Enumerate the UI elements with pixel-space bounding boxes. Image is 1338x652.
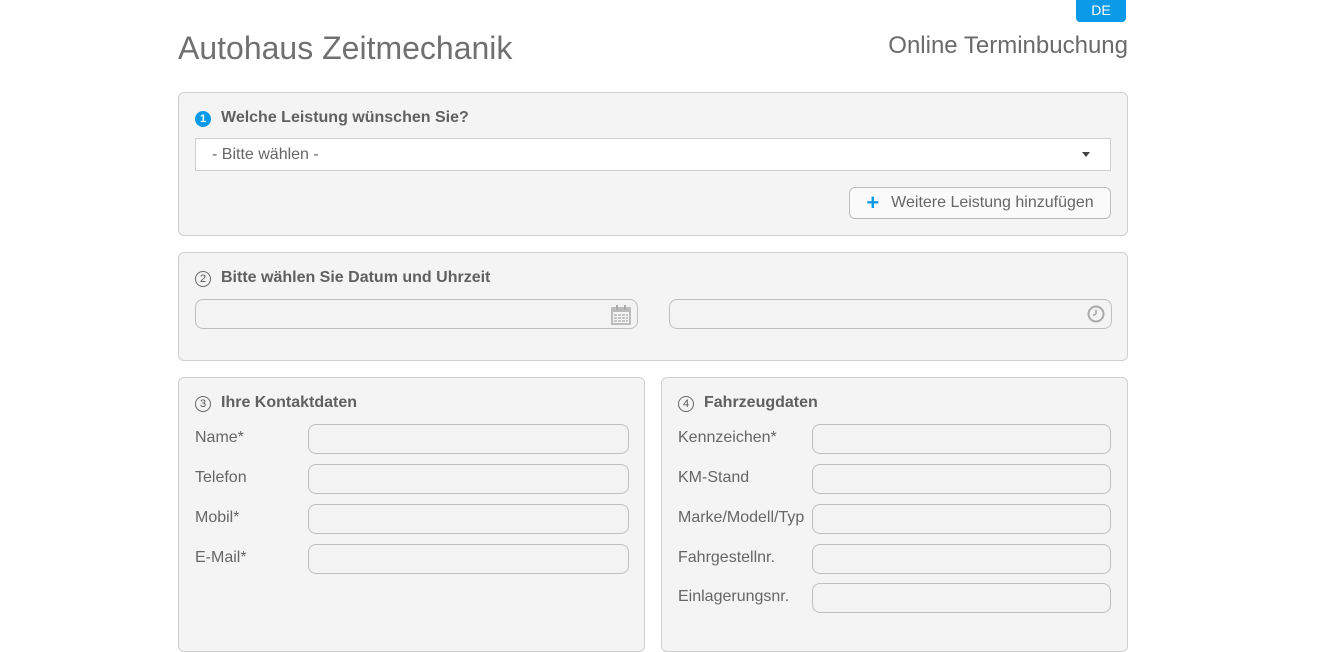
model-field[interactable] — [812, 504, 1111, 534]
plus-icon: + — [866, 190, 880, 215]
calendar-icon[interactable] — [611, 305, 631, 325]
phone-label: Telefon — [195, 469, 247, 486]
plate-label: Kennzeichen* — [678, 429, 777, 446]
language-button[interactable]: DE — [1076, 0, 1126, 22]
contact-panel-title: 3 Ihre Kontaktdaten — [195, 394, 357, 412]
model-label: Marke/Modell/Typ — [678, 509, 805, 526]
contact-panel: 3 Ihre Kontaktdaten Name* Telefon Mobil*… — [178, 377, 645, 652]
step-2-badge: 2 — [195, 271, 211, 287]
mobile-field[interactable] — [308, 504, 629, 534]
plate-field[interactable] — [812, 424, 1111, 454]
service-panel-title: 1 Welche Leistung wünschen Sie? — [195, 109, 469, 127]
clock-icon[interactable] — [1086, 304, 1106, 324]
email-label: E-Mail* — [195, 549, 247, 566]
vehicle-title-text: Fahrzeugdaten — [704, 394, 818, 411]
brand-title: Autohaus Zeitmechanik — [178, 30, 513, 66]
add-service-label: Weitere Leistung hinzufügen — [891, 194, 1094, 211]
name-label: Name* — [195, 429, 244, 446]
datetime-panel-title: 2 Bitte wählen Sie Datum und Uhrzeit — [195, 269, 490, 287]
mileage-field[interactable] — [812, 464, 1111, 494]
name-field[interactable] — [308, 424, 629, 454]
storage-label: Einlagerungsnr. — [678, 588, 790, 605]
vehicle-panel: 4 Fahrzeugdaten Kennzeichen* KM-Stand Ma… — [661, 377, 1128, 652]
time-input[interactable] — [669, 299, 1112, 329]
page-subtitle: Online Terminbuchung — [888, 32, 1128, 59]
service-select[interactable]: - Bitte wählen - — [195, 138, 1111, 171]
step-3-badge: 3 — [195, 396, 211, 412]
service-title-text: Welche Leistung wünschen Sie? — [221, 109, 469, 126]
service-select-value: - Bitte wählen - — [212, 146, 319, 163]
storage-field[interactable] — [812, 583, 1111, 613]
date-input[interactable] — [195, 299, 638, 329]
vin-label: Fahrgestellnr. — [678, 549, 775, 566]
datetime-panel: 2 Bitte wählen Sie Datum und Uhrzeit — [178, 252, 1128, 361]
vehicle-panel-title: 4 Fahrzeugdaten — [678, 394, 818, 412]
add-service-button[interactable]: + Weitere Leistung hinzufügen — [849, 187, 1111, 219]
contact-title-text: Ihre Kontaktdaten — [221, 394, 358, 411]
vin-field[interactable] — [812, 544, 1111, 574]
datetime-title-text: Bitte wählen Sie Datum und Uhrzeit — [221, 269, 491, 286]
phone-field[interactable] — [308, 464, 629, 494]
mileage-label: KM-Stand — [678, 469, 750, 486]
step-4-badge: 4 — [678, 396, 694, 412]
caret-down-icon — [1082, 152, 1090, 157]
step-1-badge: 1 — [195, 111, 211, 127]
mobile-label: Mobil* — [195, 509, 240, 526]
email-field[interactable] — [308, 544, 629, 574]
service-panel: 1 Welche Leistung wünschen Sie? - Bitte … — [178, 92, 1128, 236]
